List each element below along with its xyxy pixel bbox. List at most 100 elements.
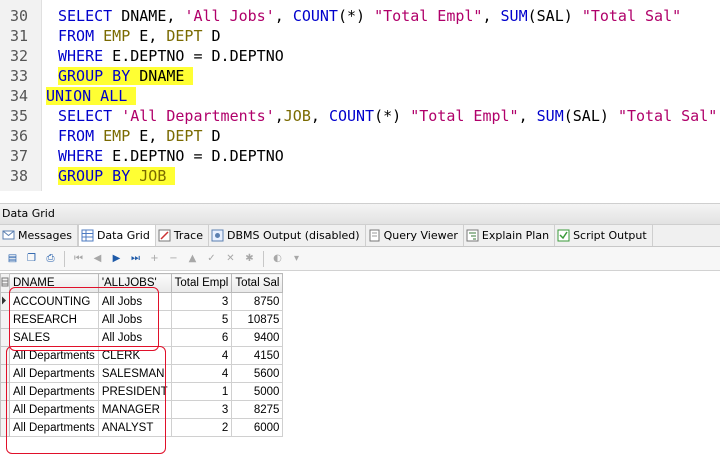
tab-dbms-output-disabled[interactable]: DBMS Output (disabled) xyxy=(209,225,366,246)
annotation-box-all-departments xyxy=(6,346,166,454)
copy-icon[interactable]: ❐ xyxy=(23,250,40,267)
code-token: UNION ALL xyxy=(46,87,128,105)
code-line[interactable]: 37 WHERE E.DEPTNO = D.DEPTNO xyxy=(0,146,720,166)
code-token: COUNT xyxy=(292,7,338,25)
code-text: FROM EMP E, DEPT D xyxy=(58,126,221,146)
script-output-icon xyxy=(557,229,570,242)
line-number: 33 xyxy=(9,67,28,85)
code-text: UNION ALL xyxy=(46,86,137,106)
table-cell[interactable]: 9400 xyxy=(231,328,284,347)
tab-trace[interactable]: Trace xyxy=(156,225,209,246)
post-edit-icon[interactable]: ✓ xyxy=(203,250,220,267)
tab-query-viewer[interactable]: Query Viewer xyxy=(366,225,464,246)
code-line[interactable]: 34 UNION ALL xyxy=(0,86,720,106)
toolbar-separator xyxy=(263,250,264,267)
code-token: E.DEPTNO = D.DEPTNO xyxy=(103,147,284,165)
refresh-icon[interactable]: ✱ xyxy=(241,250,258,267)
code-token: E.DEPTNO = D.DEPTNO xyxy=(103,47,284,65)
table-cell[interactable]: 2 xyxy=(170,418,233,437)
column-header-total-empl[interactable]: Total Empl xyxy=(170,273,233,293)
table-cell[interactable]: 10875 xyxy=(231,310,284,329)
next-record-icon[interactable]: ▶ xyxy=(108,250,125,267)
code-token: (SAL) xyxy=(527,7,582,25)
table-cell[interactable]: 3 xyxy=(170,400,233,419)
code-token: "Total Sal" xyxy=(581,7,682,25)
code-text: GROUP BY DNAME xyxy=(58,66,194,86)
code-token: SUM xyxy=(500,7,528,25)
sql-editor[interactable]: 30 SELECT DNAME, 'All Jobs', COUNT(*) "To… xyxy=(0,0,720,191)
tab-data-grid[interactable]: Data Grid xyxy=(77,225,156,246)
code-token: GROUP BY xyxy=(58,67,131,85)
insert-record-icon[interactable]: + xyxy=(146,250,163,267)
code-token: WHERE xyxy=(58,47,104,65)
first-record-icon[interactable]: ⏮ xyxy=(70,250,87,267)
code-line[interactable]: 32 WHERE E.DEPTNO = D.DEPTNO xyxy=(0,46,720,66)
tab-messages[interactable]: Messages xyxy=(0,225,78,246)
export-icon[interactable]: ▤ xyxy=(4,250,21,267)
table-cell[interactable]: 8750 xyxy=(231,292,284,311)
table-cell[interactable]: 4 xyxy=(170,346,233,365)
code-token: (*) xyxy=(337,7,375,25)
last-record-icon[interactable]: ⏭ xyxy=(127,250,144,267)
code-token: "Total Empl" xyxy=(410,107,519,125)
code-token: (*) xyxy=(374,107,411,125)
grid-toolbar: ▤ ❐ ⎙ ⏮ ◀ ▶ ⏭ + − ▲ ✓ ✕ ✱ ◐ ▾ xyxy=(0,247,720,271)
table-cell[interactable]: 4 xyxy=(170,364,233,383)
table-cell[interactable]: 4150 xyxy=(231,346,284,365)
print-icon[interactable]: ⎙ xyxy=(42,250,59,267)
code-token: D xyxy=(202,27,221,45)
table-cell[interactable]: 6000 xyxy=(231,418,284,437)
code-token: COUNT xyxy=(328,107,375,125)
code-token: , xyxy=(274,7,293,25)
prior-record-icon[interactable]: ◀ xyxy=(89,250,106,267)
code-line[interactable]: 33 GROUP BY DNAME xyxy=(0,66,720,86)
code-token: E, xyxy=(130,127,167,145)
toolbar-dropdown-icon[interactable]: ▾ xyxy=(288,250,305,267)
code-line[interactable]: 35 SELECT 'All Departments',JOB, COUNT(*)… xyxy=(0,106,720,126)
code-token: JOB xyxy=(283,107,311,125)
line-number: 37 xyxy=(9,147,28,165)
code-token: 'All Jobs' xyxy=(184,7,275,25)
table-cell[interactable]: 6 xyxy=(170,328,233,347)
code-text: WHERE E.DEPTNO = D.DEPTNO xyxy=(58,46,284,66)
tab-label: Query Viewer xyxy=(383,229,458,242)
code-token: , xyxy=(518,107,537,125)
code-token: SELECT xyxy=(58,107,113,125)
table-cell[interactable]: 8275 xyxy=(231,400,284,419)
tab-label: Explain Plan xyxy=(481,229,550,242)
table-cell[interactable]: 5600 xyxy=(231,364,284,383)
table-cell[interactable]: 1 xyxy=(170,382,233,401)
tab-script-output[interactable]: Script Output xyxy=(555,225,653,246)
code-line[interactable]: 31 FROM EMP E, DEPT D xyxy=(0,26,720,46)
code-token: GROUP BY xyxy=(58,167,131,185)
column-header-total-sal[interactable]: Total Sal xyxy=(231,273,284,293)
line-number: 38 xyxy=(9,167,28,185)
result-tabs: Messages Data Grid Trace DBMS Output (disab… xyxy=(0,225,720,247)
code-token: E, xyxy=(130,27,167,45)
code-token: , xyxy=(482,7,501,25)
table-cell[interactable]: 5000 xyxy=(231,382,284,401)
tab-label: DBMS Output (disabled) xyxy=(227,229,360,242)
table-cell[interactable]: 3 xyxy=(170,292,233,311)
table-cell[interactable]: 5 xyxy=(170,310,233,329)
code-line[interactable]: 30 SELECT DNAME, 'All Jobs', COUNT(*) "To… xyxy=(0,6,720,26)
tab-explain-plan[interactable]: Explain Plan xyxy=(464,225,556,246)
code-token: , xyxy=(274,107,284,125)
code-line[interactable]: 36 FROM EMP E, DEPT D xyxy=(0,126,720,146)
code-line[interactable]: 38 GROUP BY JOB xyxy=(0,166,720,186)
edit-record-icon[interactable]: ▲ xyxy=(184,250,201,267)
code-token: FROM xyxy=(58,127,95,145)
filter-icon[interactable]: ◐ xyxy=(269,250,286,267)
code-token: DEPT xyxy=(166,27,203,45)
line-number: 36 xyxy=(9,127,28,145)
delete-record-icon[interactable]: − xyxy=(165,250,182,267)
line-number: 30 xyxy=(9,7,28,25)
query-viewer-icon xyxy=(368,229,381,242)
messages-icon xyxy=(2,229,15,242)
row-indicator-header[interactable] xyxy=(0,273,10,293)
code-token: WHERE xyxy=(58,147,104,165)
cancel-edit-icon[interactable]: ✕ xyxy=(222,250,239,267)
code-text: SELECT 'All Departments',JOB, COUNT(*) "… xyxy=(58,106,717,126)
